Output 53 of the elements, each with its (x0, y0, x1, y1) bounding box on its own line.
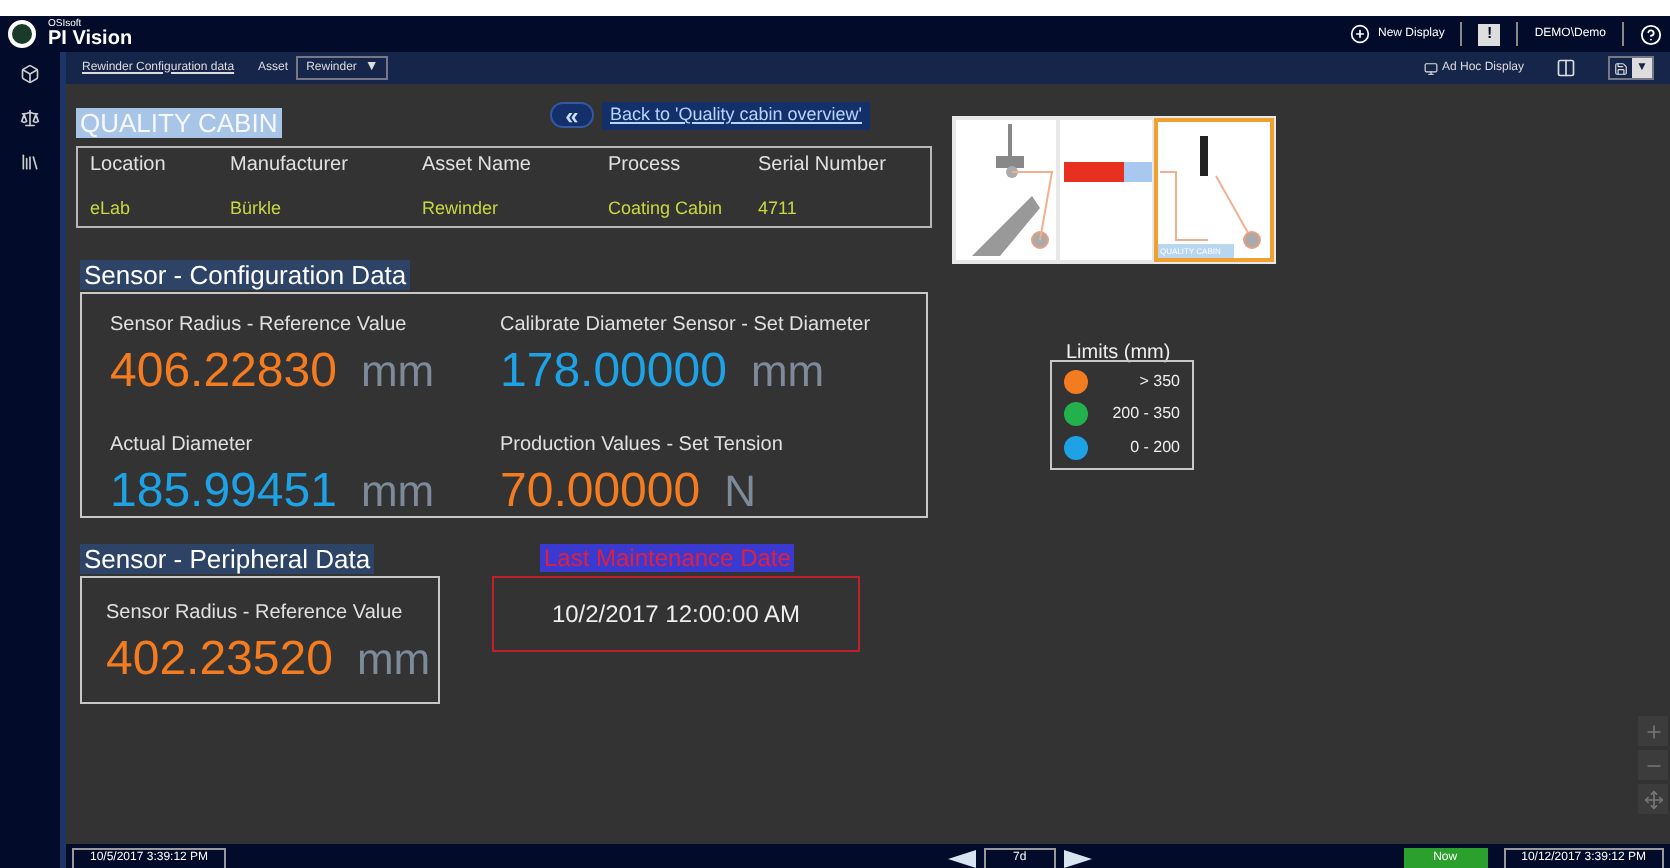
column-header: Serial Number (758, 152, 888, 181)
value-label: Sensor Radius - Reference Value (106, 600, 405, 628)
value-reading: 402.23520 (106, 636, 333, 684)
section-title: Sensor - Configuration Data (80, 260, 411, 290)
column-value: Rewinder (422, 196, 501, 223)
unit-label: mm (360, 469, 435, 513)
plus-icon (1349, 24, 1370, 44)
value-label: Sensor Radius - Reference Value (110, 312, 409, 340)
column-header: Location (90, 152, 168, 181)
value-reading: 406.22830 (110, 348, 337, 396)
next-arrow-icon[interactable] (1063, 850, 1092, 868)
save-icon (1614, 61, 1628, 75)
columns-icon[interactable] (1556, 58, 1576, 78)
range-label: 0 - 200 (1130, 435, 1180, 460)
unit-label: mm (750, 350, 825, 394)
app-title: PI Vision (48, 29, 133, 49)
maintenance-date: 10/2/2017 12:00:00 AM (551, 598, 801, 632)
value-reading: 178.00000 (500, 348, 727, 396)
value-label: Calibrate Diameter Sensor - Set Diameter (500, 312, 873, 340)
alert-button[interactable]: ! (1478, 23, 1501, 45)
value-reading: 185.99451 (110, 467, 337, 515)
fit-button[interactable] (1638, 784, 1668, 814)
column-header: Manufacturer (230, 152, 350, 181)
value-reading: 70.00000 (500, 467, 701, 515)
column-value: eLab (90, 196, 133, 223)
plus-icon (1643, 721, 1663, 741)
logo-icon (8, 20, 36, 48)
column-header: Asset Name (422, 152, 533, 181)
save-button[interactable] (1610, 58, 1632, 78)
column-header: Process (608, 152, 683, 181)
move-icon (1643, 789, 1663, 809)
back-link[interactable]: Back to 'Quality cabin overview' (602, 102, 870, 129)
back-icon[interactable]: « (550, 102, 594, 129)
unit-label: N (724, 469, 756, 513)
unit-label: mm (360, 350, 435, 394)
range-label: > 350 (1139, 370, 1180, 395)
display-icon (1423, 61, 1438, 75)
cube-icon[interactable] (20, 64, 40, 84)
legend-title: Limits (mm) (1066, 340, 1171, 368)
column-value: 4711 (758, 196, 799, 223)
maintenance-title: Last Maintenance Date (540, 544, 795, 572)
unit-label: mm (356, 638, 431, 682)
value-label: Actual Diameter (110, 431, 255, 459)
scale-icon[interactable] (20, 108, 40, 128)
section-title: Sensor - Peripheral Data (80, 544, 375, 574)
section-title: QUALITY CABIN (76, 108, 282, 138)
library-icon[interactable] (20, 152, 40, 172)
previous-arrow-icon[interactable] (947, 850, 976, 868)
column-value: Coating Cabin (608, 196, 725, 223)
column-value: Bürkle (230, 196, 284, 223)
range-label: 200 - 350 (1112, 402, 1180, 427)
help-icon[interactable] (1640, 23, 1662, 45)
value-label: Production Values - Set Tension (500, 431, 785, 459)
